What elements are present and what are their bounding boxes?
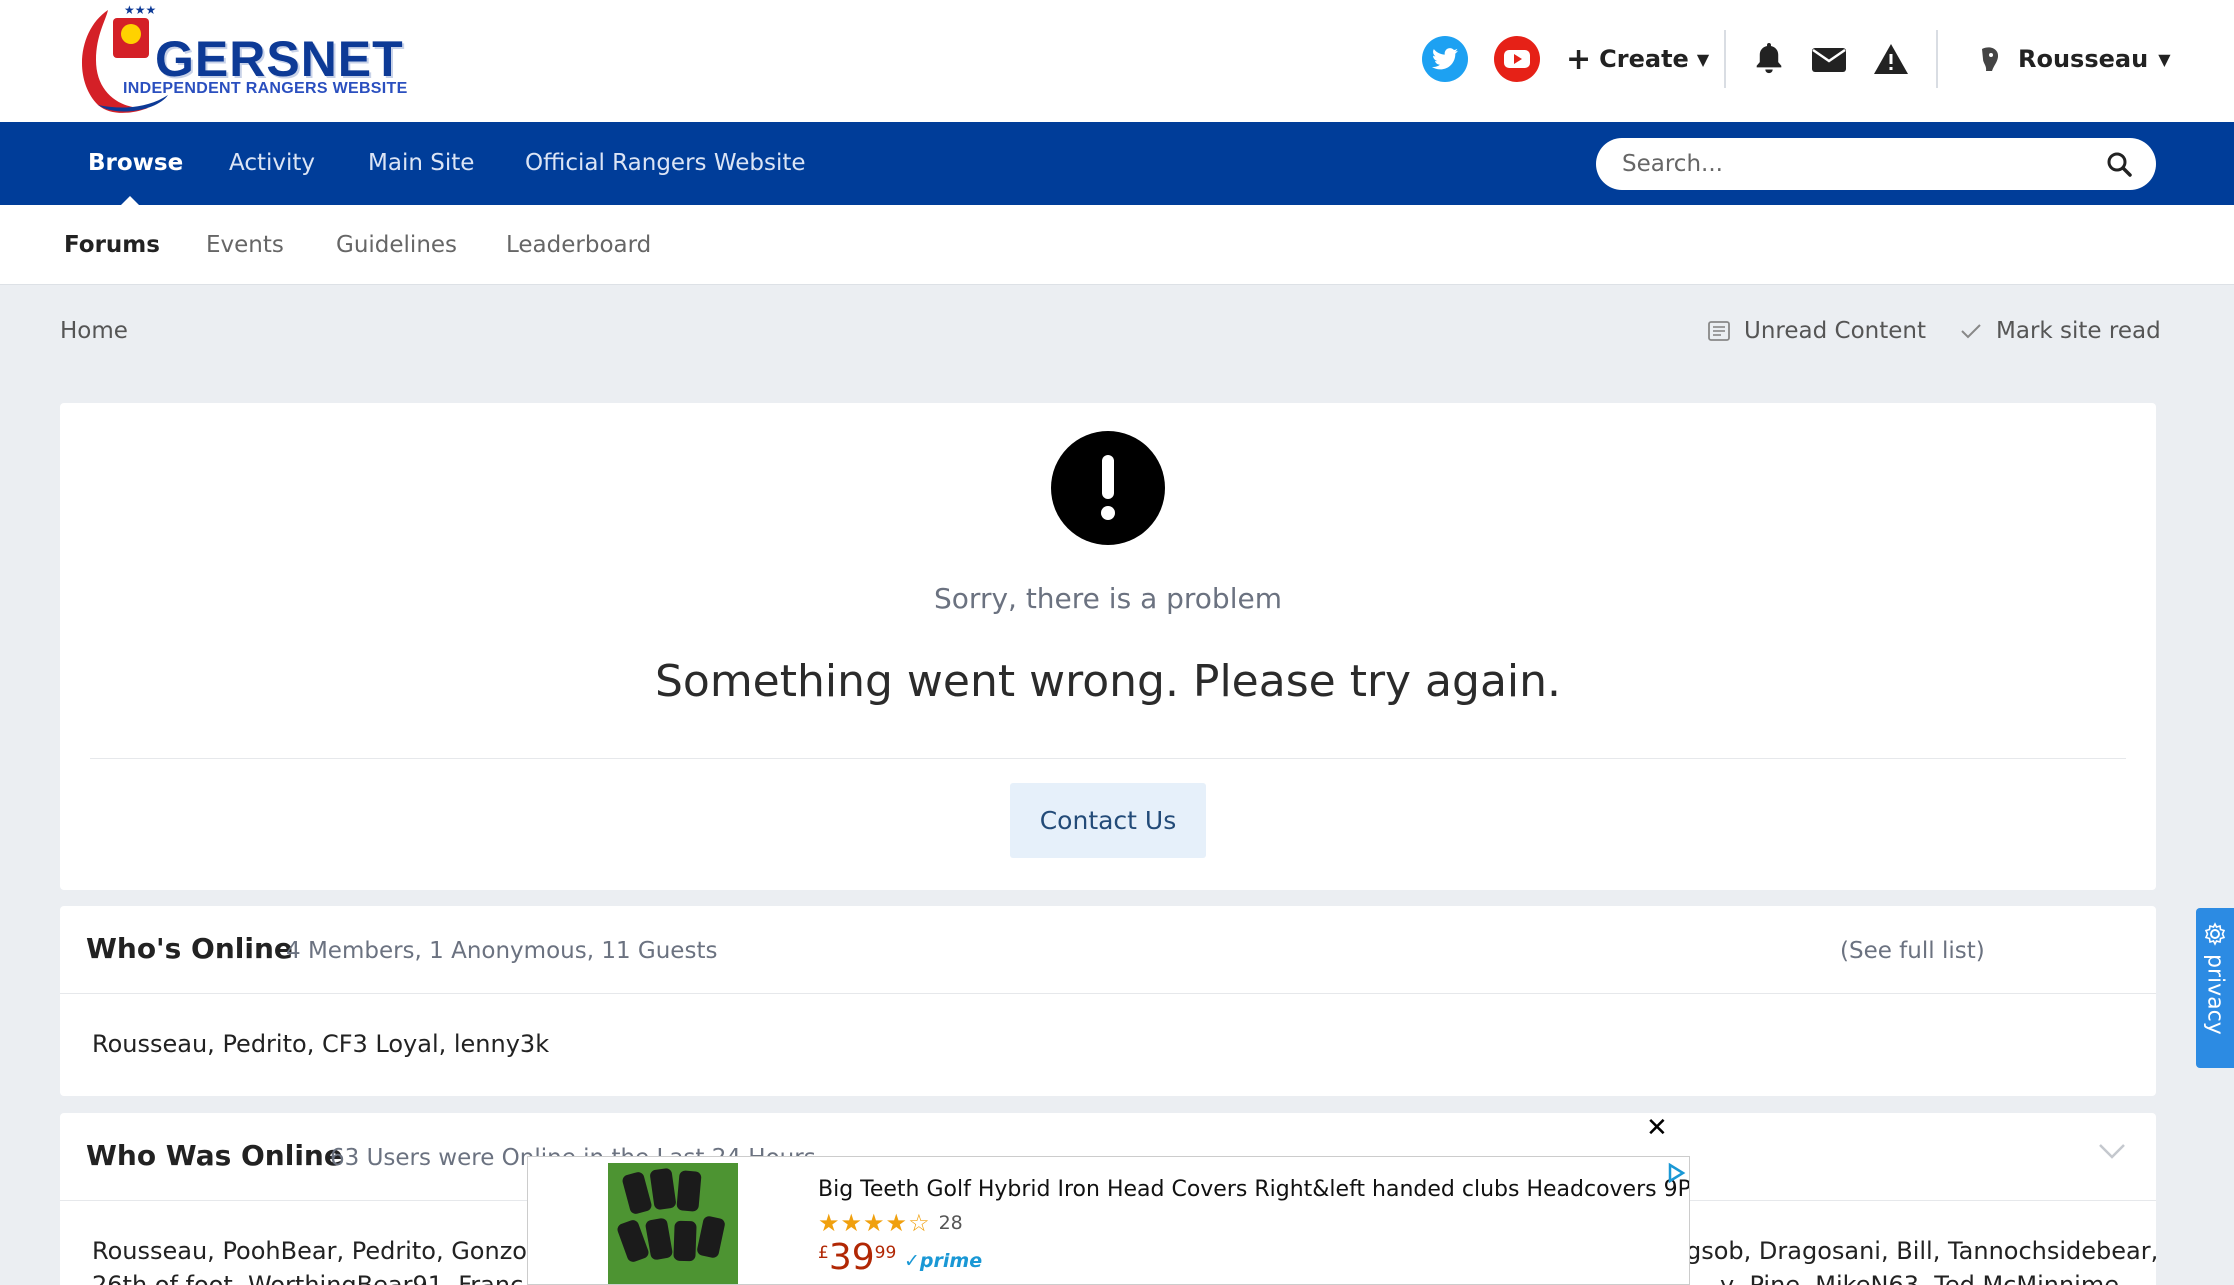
nav-official-rangers[interactable]: Official Rangers Website [525, 122, 806, 205]
warning-icon [1874, 44, 1908, 74]
unread-content-label: Unread Content [1744, 318, 1926, 344]
username: Rousseau [2018, 45, 2149, 73]
ad-product-title[interactable]: Big Teeth Golf Hybrid Iron Head Covers R… [818, 1177, 1689, 1202]
messages-button[interactable] [1812, 0, 1846, 118]
prime-badge: ✓prime [904, 1250, 983, 1272]
whos-online-summary: 4 Members, 1 Anonymous, 11 Guests [286, 938, 718, 964]
primary-nav: Browse Activity Main Site Official Range… [0, 122, 2234, 205]
youtube-link[interactable] [1494, 0, 1540, 118]
avatar [1972, 41, 2008, 77]
caret-down-icon: ▼ [2158, 49, 2171, 69]
contact-us-button[interactable]: Contact Us [1010, 783, 1206, 858]
search-box [1596, 138, 2156, 190]
gear-icon [2204, 922, 2226, 946]
divider [90, 758, 2126, 759]
whos-online-header: Who's Online 4 Members, 1 Anonymous, 11 … [60, 906, 2156, 994]
nav-browse[interactable]: Browse [88, 122, 183, 205]
logo-subtitle: INDEPENDENT RANGERS WEBSITE [123, 80, 408, 97]
recent-members-list[interactable]: y, Pine, MikeN63, Ted McMinnime [1720, 1271, 2119, 1285]
see-full-list-link[interactable]: (See full list) [1840, 938, 1985, 964]
breadcrumb-home[interactable]: Home [60, 318, 128, 344]
bell-icon [1756, 43, 1782, 74]
subnav-leaderboard[interactable]: Leaderboard [506, 205, 651, 285]
whos-online-panel: Who's Online 4 Members, 1 Anonymous, 11 … [60, 906, 2156, 1096]
nav-activity[interactable]: Activity [229, 122, 315, 205]
privacy-tab[interactable]: privacy [2196, 908, 2234, 1068]
svg-text:★★★: ★★★ [124, 3, 156, 17]
mark-site-read-link[interactable]: Mark site read [1960, 318, 2161, 344]
secondary-nav: Forums Events Guidelines Leaderboard [0, 205, 2234, 285]
search-icon[interactable] [2106, 151, 2132, 177]
twitter-link[interactable] [1422, 0, 1468, 118]
caret-down-icon: ▼ [1696, 49, 1710, 69]
advertisement[interactable]: Big Teeth Golf Hybrid Iron Head Covers R… [527, 1156, 1690, 1285]
notifications-button[interactable] [1754, 0, 1784, 118]
reports-button[interactable] [1874, 0, 1908, 118]
create-menu[interactable]: + Create ▼ [1566, 0, 1709, 118]
envelope-icon [1812, 48, 1846, 72]
mark-site-read-label: Mark site read [1996, 318, 2161, 344]
recent-members-list[interactable]: Rousseau, PoohBear, Pedrito, Gonzo79, [92, 1237, 565, 1265]
youtube-icon [1494, 36, 1540, 82]
whos-online-title: Who's Online [86, 932, 293, 965]
plus-icon: + [1566, 41, 1592, 77]
error-subtitle: Sorry, there is a problem [934, 582, 1282, 615]
ad-price: £ 39 99 [818, 1237, 897, 1278]
recent-members-list[interactable]: 26th of foot, WorthingBear91, Franc Erg [92, 1271, 571, 1285]
twitter-icon [1422, 36, 1468, 82]
rating-count: 28 [938, 1212, 963, 1234]
nav-main-site[interactable]: Main Site [368, 122, 474, 205]
star-rating-icon: ★★★★☆ [818, 1209, 931, 1237]
header-divider [1936, 30, 1938, 88]
exclamation-icon [1051, 431, 1165, 545]
header-divider [1724, 30, 1726, 88]
online-members-list[interactable]: Rousseau, Pedrito, CF3 Loyal, lenny3k [92, 1030, 549, 1058]
unread-content-link[interactable]: Unread Content [1708, 318, 1926, 344]
user-menu[interactable]: Rousseau ▼ [1972, 0, 2171, 118]
subnav-guidelines[interactable]: Guidelines [336, 205, 457, 285]
site-header: ★★★ GERSNET INDEPENDENT RANGERS WEBSITE … [0, 0, 2234, 122]
privacy-label: privacy [2202, 954, 2228, 1035]
product-image [608, 1163, 738, 1284]
active-indicator [121, 196, 139, 205]
create-label: Create [1599, 45, 1689, 73]
ad-close-icon[interactable]: ✕ [1646, 1113, 1668, 1143]
recent-members-list[interactable]: gsob, Dragosani, Bill, Tannochsidebear, [1686, 1237, 2158, 1265]
who-was-online-title: Who Was Online [86, 1139, 343, 1172]
site-logo[interactable]: ★★★ GERSNET INDEPENDENT RANGERS WEBSITE [68, 0, 498, 116]
check-icon [1961, 324, 1981, 339]
error-message: Something went wrong. Please try again. [654, 656, 1562, 707]
adchoices-icon[interactable] [1665, 1162, 1687, 1184]
subnav-events[interactable]: Events [206, 205, 284, 285]
chevron-down-icon[interactable] [2098, 1143, 2126, 1159]
ad-rating: ★★★★☆ 28 [818, 1209, 963, 1237]
subnav-forums[interactable]: Forums [64, 205, 160, 285]
search-input[interactable] [1622, 138, 2082, 190]
newspaper-icon [1708, 321, 1730, 341]
